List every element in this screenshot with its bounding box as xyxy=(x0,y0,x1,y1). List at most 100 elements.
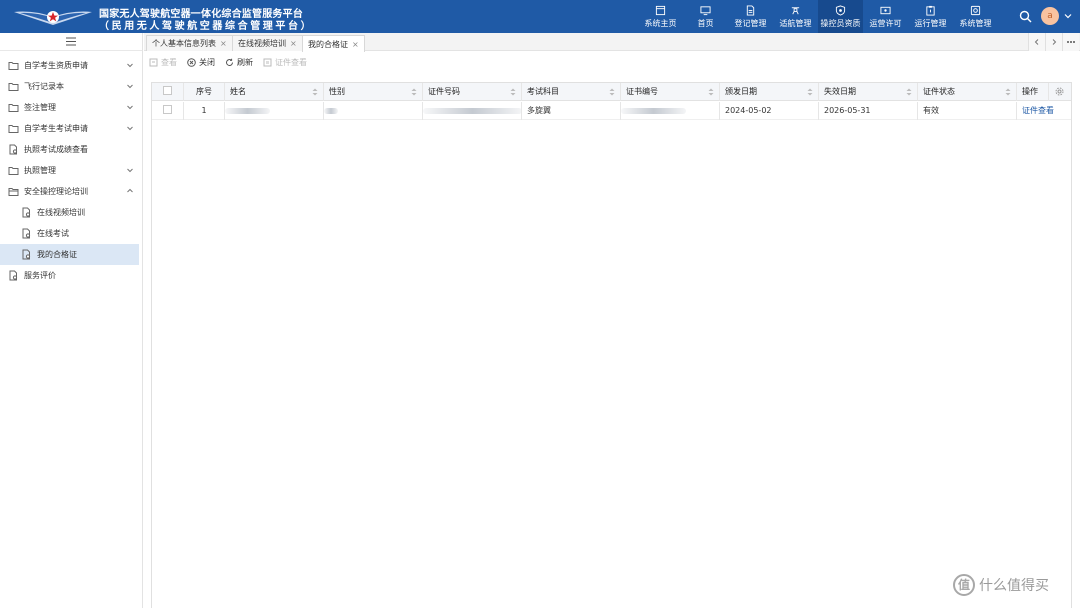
column-settings-cell[interactable] xyxy=(1049,83,1071,101)
column-header-label: 失效日期 xyxy=(824,87,856,96)
sidebar-item-endorsement[interactable]: 签注管理 xyxy=(0,97,142,118)
sidebar-item-label: 在线视频培训 xyxy=(37,208,85,217)
table-row[interactable]: 1 多旋翼 2024-05-02 2026-05-31 有效 证件查看 xyxy=(152,102,1071,120)
certificate-table: 序号 姓名 性别 证件号码 考试科目 证书编号 颁发日期 失效日期 证件状态 操… xyxy=(151,82,1072,608)
column-header-label: 性别 xyxy=(329,87,345,96)
view-button[interactable]: 查看 xyxy=(149,57,177,68)
nav-label: 登记管理 xyxy=(734,18,767,28)
caac-wings-logo-icon xyxy=(14,11,92,25)
close-icon[interactable]: × xyxy=(290,39,297,48)
chevron-down-icon[interactable] xyxy=(1063,11,1073,21)
folder-icon xyxy=(8,104,19,112)
nav-label: 运营许可 xyxy=(869,18,902,28)
sort-icon xyxy=(807,88,813,96)
tab-scroll-right-button[interactable] xyxy=(1045,33,1062,51)
cell-id-number-redacted xyxy=(423,102,522,120)
nav-system-home[interactable]: 系统主页 xyxy=(638,0,683,33)
folder-icon xyxy=(8,62,19,70)
sidebar-item-online-exam[interactable]: 在线考试 xyxy=(0,223,142,244)
column-header-gender[interactable]: 性别 xyxy=(324,83,423,101)
tab-label: 个人基本信息列表 xyxy=(152,39,216,48)
folder-icon xyxy=(8,167,19,175)
sidebar-item-self-study-qualification[interactable]: 自学考生资质申请 xyxy=(0,55,142,76)
column-header-action: 操作 xyxy=(1017,83,1049,101)
column-header-name[interactable]: 姓名 xyxy=(225,83,324,101)
sidebar-item-my-certificate[interactable]: 我的合格证 xyxy=(0,244,139,265)
tab-online-video-training[interactable]: 在线视频培训 × xyxy=(232,35,303,51)
hamburger-menu-icon[interactable] xyxy=(66,37,76,46)
sort-icon xyxy=(510,88,516,96)
refresh-button[interactable]: 刷新 xyxy=(225,57,253,68)
sidebar-item-online-video-training[interactable]: 在线视频培训 xyxy=(0,202,142,223)
nav-home[interactable]: 首页 xyxy=(683,0,728,33)
sidebar-item-label: 执照考试成绩查看 xyxy=(24,145,88,154)
user-avatar[interactable]: a xyxy=(1041,7,1059,25)
sidebar-item-safety-training[interactable]: 安全操控理论培训 xyxy=(0,181,142,202)
document-search-icon xyxy=(22,228,31,239)
cell-issue-date: 2024-05-02 xyxy=(720,102,819,120)
document-search-icon xyxy=(22,249,31,260)
tab-more-button[interactable] xyxy=(1062,33,1079,51)
sidebar: 自学考生资质申请 飞行记录本 签注管理 自学考生考试申请 执照考试成绩查看 执照… xyxy=(0,33,143,608)
sidebar-item-label: 在线考试 xyxy=(37,229,69,238)
redacted-blur xyxy=(621,108,686,114)
sidebar-item-label: 安全操控理论培训 xyxy=(24,187,88,196)
sidebar-item-exam-application[interactable]: 自学考生考试申请 xyxy=(0,118,142,139)
close-button[interactable]: 关闭 xyxy=(187,57,215,68)
sort-icon xyxy=(1005,88,1011,96)
view-label: 查看 xyxy=(161,57,177,67)
sort-icon xyxy=(708,88,714,96)
column-header-subject[interactable]: 考试科目 xyxy=(522,83,621,101)
nav-label: 系统管理 xyxy=(959,18,992,28)
nav-system-management[interactable]: 系统管理 xyxy=(953,0,998,33)
cell-gender-redacted xyxy=(324,102,423,120)
cert-view-button[interactable]: 证件查看 xyxy=(263,57,307,68)
gear-icon xyxy=(1055,87,1064,96)
chevron-down-icon xyxy=(127,63,133,68)
refresh-label: 刷新 xyxy=(237,57,253,67)
sort-icon xyxy=(609,88,615,96)
nav-operation-management[interactable]: 运行管理 xyxy=(908,0,953,33)
column-header-label: 颁发日期 xyxy=(725,87,757,96)
nav-registration[interactable]: 登记管理 xyxy=(728,0,773,33)
cert-view-link[interactable]: 证件查看 xyxy=(1017,102,1071,120)
folder-icon xyxy=(8,125,19,133)
select-all-checkbox[interactable] xyxy=(163,86,172,95)
sidebar-item-license-management[interactable]: 执照管理 xyxy=(0,160,142,181)
column-header-issue-date[interactable]: 颁发日期 xyxy=(720,83,819,101)
monitor-icon xyxy=(700,5,711,15)
nav-operation-permit[interactable]: 运营许可 xyxy=(863,0,908,33)
certificate-icon xyxy=(263,58,272,66)
sort-icon xyxy=(312,88,318,96)
redacted-blur xyxy=(423,108,521,114)
sidebar-item-service-evaluation[interactable]: 服务评价 xyxy=(0,265,142,286)
search-icon[interactable] xyxy=(1019,10,1032,23)
column-header-label: 证书编号 xyxy=(626,87,658,96)
drone-icon xyxy=(791,6,800,14)
redacted-blur xyxy=(225,108,270,114)
column-header-status[interactable]: 证件状态 xyxy=(918,83,1017,101)
platform-subtitle: （民用无人驾驶航空器综合管理平台） xyxy=(99,21,314,32)
cert-view-label: 证件查看 xyxy=(275,57,307,67)
tab-my-certificate[interactable]: 我的合格证 × xyxy=(302,35,365,52)
close-icon[interactable]: × xyxy=(352,40,359,49)
tab-personal-info-list[interactable]: 个人基本信息列表 × xyxy=(146,35,233,51)
column-header-cert-number[interactable]: 证书编号 xyxy=(621,83,720,101)
column-header-id-number[interactable]: 证件号码 xyxy=(423,83,522,101)
column-header-label: 考试科目 xyxy=(527,87,559,96)
sidebar-item-label: 飞行记录本 xyxy=(24,82,64,91)
nav-airworthiness[interactable]: 适航管理 xyxy=(773,0,818,33)
column-header-expiry-date[interactable]: 失效日期 xyxy=(819,83,918,101)
sidebar-item-flight-logbook[interactable]: 飞行记录本 xyxy=(0,76,142,97)
chevron-left-icon xyxy=(1034,39,1039,45)
close-icon[interactable]: × xyxy=(220,39,227,48)
nav-operator-qualification[interactable]: 操控员资质 xyxy=(818,0,863,33)
redacted-blur xyxy=(324,108,338,114)
clipboard-icon xyxy=(926,5,935,16)
tab-scroll-left-button[interactable] xyxy=(1028,33,1045,51)
sidebar-item-exam-results[interactable]: 执照考试成绩查看 xyxy=(0,139,142,160)
row-checkbox[interactable] xyxy=(163,105,172,114)
column-header-label: 证件状态 xyxy=(923,87,955,96)
cell-seq: 1 xyxy=(184,102,225,120)
folder-open-icon xyxy=(8,188,19,196)
